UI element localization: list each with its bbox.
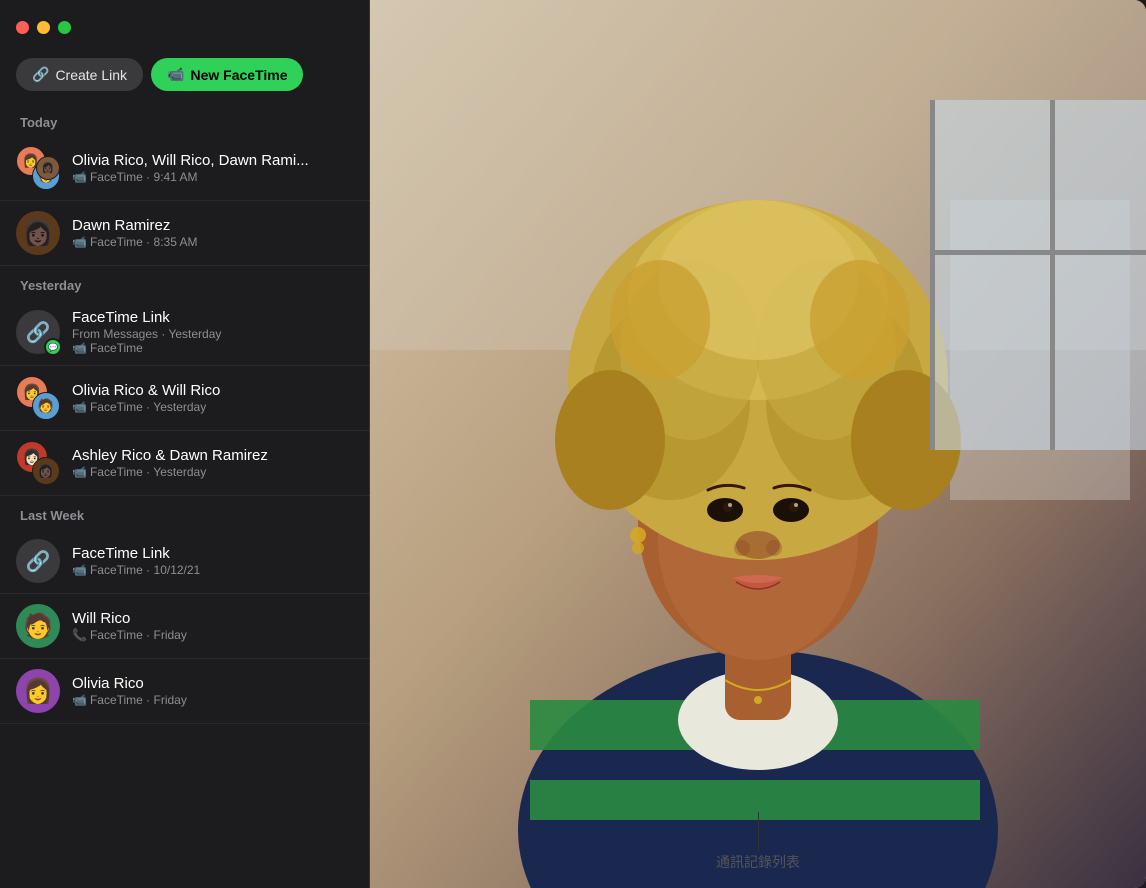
call-info: Olivia Rico 📹 FaceTime · Friday [72, 675, 354, 707]
avatar-group: 👩 🧑 👩🏿 [16, 146, 60, 190]
annotation: 通訊記錄列表 [716, 812, 800, 872]
call-subtitle: 📹 FaceTime · 10/12/21 [72, 563, 354, 577]
call-info: Ashley Rico & Dawn Ramirez 📹 FaceTime · … [72, 447, 354, 479]
video-icon: 📹 [72, 235, 87, 249]
video-icon: 📹 [72, 400, 87, 414]
call-subtitle: 📹 FaceTime · Yesterday [72, 465, 354, 479]
list-item[interactable]: 🔗 FaceTime Link 📹 FaceTime · 10/12/21 [0, 529, 370, 594]
call-subtitle2: 📹 FaceTime [72, 341, 354, 355]
call-subtitle: From Messages · Yesterday [72, 327, 354, 341]
list-item[interactable]: 👩 🧑 Olivia Rico & Will Rico 📹 FaceTime ·… [0, 366, 370, 431]
call-name: Ashley Rico & Dawn Ramirez [72, 447, 354, 464]
call-info: FaceTime Link From Messages · Yesterday … [72, 309, 354, 355]
toolbar: 🔗 Create Link 📹 New FaceTime [0, 50, 370, 103]
list-item[interactable]: 🧑 Will Rico 📞 FaceTime · Friday [0, 594, 370, 659]
call-info: Will Rico 📞 FaceTime · Friday [72, 610, 354, 642]
section-yesterday: Yesterday [0, 266, 370, 299]
call-name: Olivia Rico, Will Rico, Dawn Rami... [72, 152, 354, 169]
call-name: FaceTime Link [72, 309, 354, 326]
avatar: 👩🏿 [16, 211, 60, 255]
avatar-double: 👩 🧑 [16, 376, 60, 420]
new-facetime-button[interactable]: 📹 New FaceTime [151, 58, 303, 91]
video-icon: 📹 [72, 563, 87, 577]
call-info: Olivia Rico, Will Rico, Dawn Rami... 📹 F… [72, 152, 354, 184]
section-today: Today [0, 103, 370, 136]
video-icon: 📹 [72, 693, 87, 707]
video-icon2: 📹 [72, 341, 87, 355]
minimize-button[interactable] [37, 21, 50, 34]
main-content: 通訊記錄列表 [370, 0, 1146, 888]
video-icon: 📹 [72, 170, 87, 184]
call-subtitle: 📹 FaceTime · Friday [72, 693, 354, 707]
list-item[interactable]: 👩 🧑 👩🏿 Olivia Rico, Will Rico, Dawn Rami… [0, 136, 370, 201]
avatar-link: 🔗 💬 [16, 310, 60, 354]
video-camera-icon: 📹 [167, 66, 184, 83]
call-name: Olivia Rico & Will Rico [72, 382, 354, 399]
list-item[interactable]: 👩🏻 👩🏿 Ashley Rico & Dawn Ramirez 📹 FaceT… [0, 431, 370, 496]
call-subtitle: 📹 FaceTime · 8:35 AM [72, 235, 354, 249]
call-name: FaceTime Link [72, 545, 354, 562]
create-link-label: Create Link [55, 67, 127, 83]
video-icon: 📹 [72, 465, 87, 479]
new-facetime-label: New FaceTime [190, 67, 287, 83]
call-name: Olivia Rico [72, 675, 354, 692]
titlebar [0, 0, 370, 50]
annotation-line [758, 812, 759, 852]
call-name: Will Rico [72, 610, 354, 627]
call-info: Olivia Rico & Will Rico 📹 FaceTime · Yes… [72, 382, 354, 414]
call-info: Dawn Ramirez 📹 FaceTime · 8:35 AM [72, 217, 354, 249]
annotation-label: 通訊記錄列表 [716, 852, 800, 872]
call-name: Dawn Ramirez [72, 217, 354, 234]
facetime-preview [370, 0, 1146, 888]
call-subtitle: 📹 FaceTime · 9:41 AM [72, 170, 354, 184]
sidebar: 🔗 Create Link 📹 New FaceTime Today 👩 🧑 👩… [0, 0, 370, 888]
traffic-lights [16, 21, 71, 34]
list-item[interactable]: 👩 Olivia Rico 📹 FaceTime · Friday [0, 659, 370, 724]
avatar-double-2: 👩🏻 👩🏿 [16, 441, 60, 485]
call-subtitle: 📹 FaceTime · Yesterday [72, 400, 354, 414]
avatar: 👩 [16, 669, 60, 713]
call-list: Today 👩 🧑 👩🏿 Olivia Rico, Will Rico, Daw… [0, 103, 370, 888]
list-item[interactable]: 👩🏿 Dawn Ramirez 📹 FaceTime · 8:35 AM [0, 201, 370, 266]
app-window: 🔗 Create Link 📹 New FaceTime Today 👩 🧑 👩… [0, 0, 1146, 888]
create-link-button[interactable]: 🔗 Create Link [16, 58, 143, 91]
link-icon: 🔗 [32, 66, 49, 83]
avatar-link2: 🔗 [16, 539, 60, 583]
call-subtitle: 📞 FaceTime · Friday [72, 628, 354, 642]
link-badge: 💬 [44, 338, 62, 356]
section-lastweek: Last Week [0, 496, 370, 529]
close-button[interactable] [16, 21, 29, 34]
fullscreen-button[interactable] [58, 21, 71, 34]
phone-icon: 📞 [72, 628, 87, 642]
list-item[interactable]: 🔗 💬 FaceTime Link From Messages · Yester… [0, 299, 370, 366]
avatar: 🧑 [16, 604, 60, 648]
call-info: FaceTime Link 📹 FaceTime · 10/12/21 [72, 545, 354, 577]
